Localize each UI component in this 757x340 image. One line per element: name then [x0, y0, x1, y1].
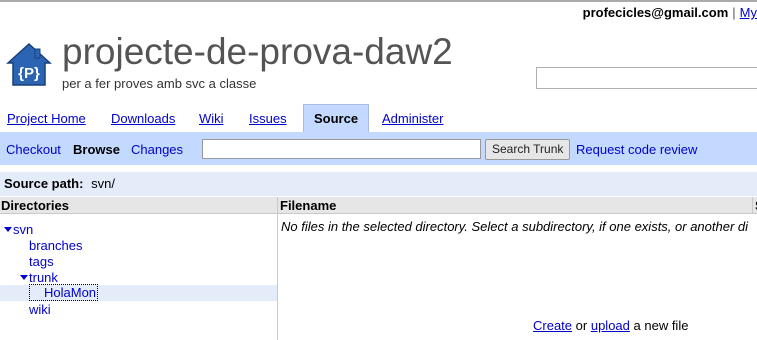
tree-node-label: svn: [13, 222, 34, 237]
source-path-label: Source path:: [4, 176, 84, 191]
search-trunk-button[interactable]: Search Trunk: [485, 139, 571, 160]
column-divider[interactable]: [277, 197, 278, 340]
source-subnav: Checkout Browse Changes Search Trunk Req…: [0, 133, 757, 165]
expand-caret-icon[interactable]: [4, 227, 12, 232]
search-trunk-input[interactable]: [202, 139, 481, 159]
filename-header: Filename S: [278, 197, 757, 214]
new-file-text: a new file: [633, 318, 689, 333]
filename-header-label: Filename: [280, 198, 337, 213]
tree-node-wiki[interactable]: wiki: [29, 302, 51, 318]
upload-file-link[interactable]: upload: [591, 318, 630, 333]
user-bar-separator: |: [732, 5, 736, 20]
tab-administer[interactable]: Administer: [382, 105, 443, 132]
top-divider: [0, 0, 757, 2]
tree-node-branches[interactable]: branches: [29, 238, 82, 254]
browse-label: Browse: [73, 142, 120, 157]
tab-wiki[interactable]: Wiki: [199, 105, 224, 132]
checkout-link[interactable]: Checkout: [6, 142, 61, 157]
size-header-label: S: [752, 197, 757, 214]
tab-downloads[interactable]: Downloads: [111, 105, 175, 132]
request-code-review-link[interactable]: Request code review: [576, 142, 697, 157]
tree-node-svn[interactable]: svn: [4, 222, 33, 238]
create-file-link[interactable]: Create: [533, 318, 572, 333]
user-email: profecicles@gmail.com: [582, 5, 729, 20]
tree-node-label: trunk: [29, 270, 58, 285]
logo-text: {P}: [18, 65, 40, 82]
project-logo-icon[interactable]: {P}: [5, 41, 53, 89]
my-link[interactable]: My: [740, 5, 757, 20]
or-text: or: [575, 318, 588, 333]
tree-node-label: HolaMon: [29, 284, 99, 301]
tree-node-tags[interactable]: tags: [29, 254, 54, 270]
directories-header: Directories: [0, 197, 277, 214]
project-summary: per a fer proves amb svc a classe: [62, 76, 257, 91]
source-path-bar: Source path: svn/: [0, 172, 757, 196]
project-title[interactable]: projecte-de-prova-daw2: [62, 30, 453, 74]
user-bar: profecicles@gmail.com | My: [583, 5, 757, 20]
create-upload-line: Create or upload a new file: [533, 318, 688, 333]
changes-link[interactable]: Changes: [131, 142, 183, 157]
project-search-input[interactable]: [536, 67, 757, 89]
tab-issues[interactable]: Issues: [249, 105, 287, 132]
tab-project-home[interactable]: Project Home: [7, 105, 86, 132]
empty-directory-message: No files in the selected directory. Sele…: [281, 219, 749, 234]
expand-caret-icon[interactable]: [20, 275, 28, 280]
tree-node-holamon[interactable]: HolaMon: [29, 284, 99, 301]
main-tab-bar: Project Home Downloads Wiki Issues Sourc…: [0, 104, 757, 133]
tab-source[interactable]: Source: [303, 104, 370, 132]
source-path-value: svn/: [91, 176, 115, 191]
